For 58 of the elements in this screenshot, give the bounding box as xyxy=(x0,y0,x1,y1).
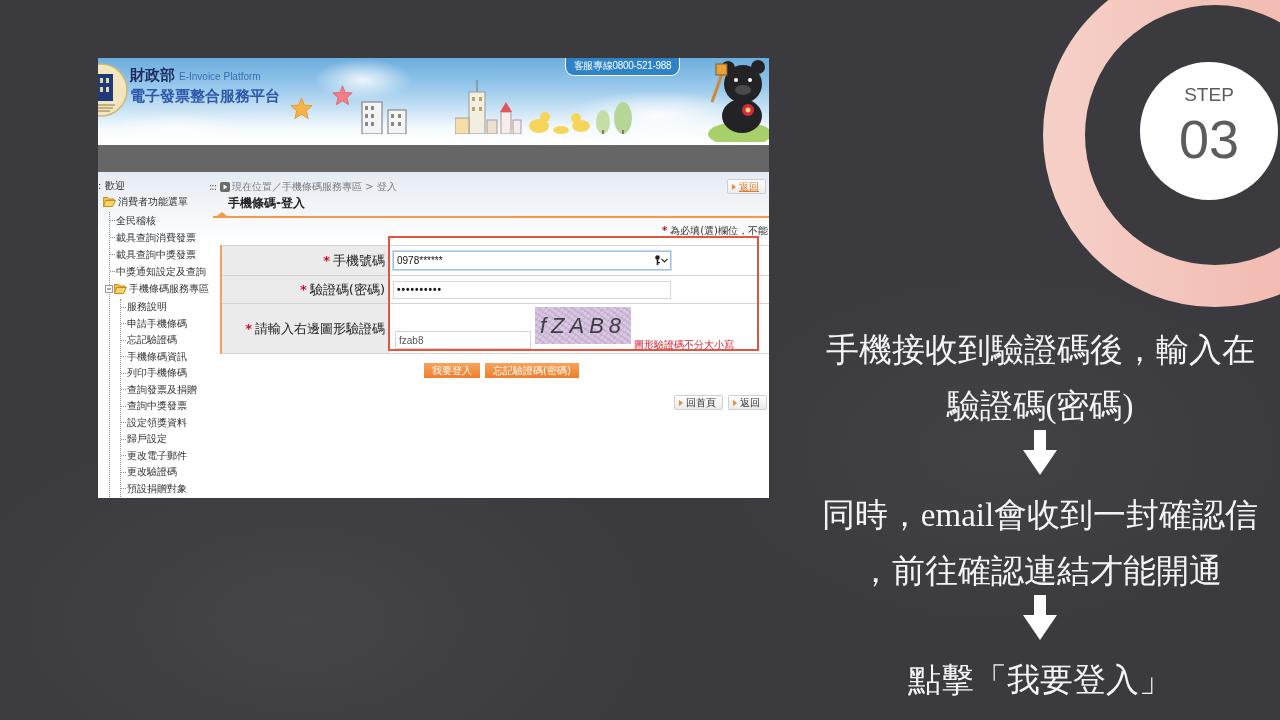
menu-item[interactable]: 忘記驗證碼 xyxy=(127,332,177,349)
step-number: 03 xyxy=(1178,112,1240,166)
welcome-text: : 歡迎 xyxy=(98,179,125,193)
menu-folder[interactable]: 手機條碼服務專區 xyxy=(129,280,209,297)
breadcrumb-marker: ::: xyxy=(209,180,217,194)
menu-item[interactable]: 載具查詢中獎發票 xyxy=(116,246,196,263)
arrow-down-icon xyxy=(1023,430,1057,475)
hotline-label: 客服專線0800-521-988 xyxy=(565,58,680,76)
star-icon xyxy=(332,85,353,106)
breadcrumb-text: 現在位置／手機條碼服務專區 > 登入 xyxy=(232,180,397,194)
play-icon xyxy=(220,181,231,192)
step-label: STEP xyxy=(1184,84,1234,106)
field-label: 手機號碼 xyxy=(333,251,385,270)
caret-icon[interactable] xyxy=(661,257,668,263)
menu-item[interactable]: 更改電子郵件 xyxy=(127,447,187,464)
star-icon xyxy=(290,97,313,120)
instruction-text: 手機接收到驗證碼後，輸入在 驗證碼(密碼) xyxy=(825,331,1255,426)
required-mark: * xyxy=(661,226,668,236)
menu-item[interactable]: 查詢發票及捐贈 xyxy=(127,381,197,398)
menu-item[interactable]: 手機條碼資訊 xyxy=(127,348,187,365)
captcha-input[interactable]: fzab8 xyxy=(395,331,531,349)
menu-item[interactable]: 預設捐贈對象 xyxy=(127,480,187,497)
instruction-text: 同時，email會收到一封確認信 ，前往確認連結才能開通 xyxy=(821,496,1259,591)
collapse-icon[interactable] xyxy=(105,284,113,293)
field-label: 驗證碼(密碼) xyxy=(309,280,385,299)
menu-item[interactable]: 申請手機條碼 xyxy=(127,315,187,332)
key-icon[interactable] xyxy=(655,255,660,265)
menu-folder[interactable]: 消費者功能選單 xyxy=(118,193,188,210)
bullet-icon xyxy=(733,399,737,406)
platform-english-name: E-Invoice Platform xyxy=(179,70,261,84)
bullet-icon xyxy=(679,399,683,406)
menu-item[interactable]: 服務說明 xyxy=(127,299,167,316)
agency-name: 財政部 xyxy=(130,65,175,85)
menu-item[interactable]: 全民稽核 xyxy=(116,212,156,229)
menu-item[interactable]: 列印手機條碼 xyxy=(127,365,187,382)
captcha-code: fZAB8 xyxy=(535,307,631,344)
menu-item[interactable]: 歸戶設定 xyxy=(127,431,167,448)
required-note: 為必填(選)欄位，不能 xyxy=(670,226,768,236)
emblem-icon xyxy=(98,62,128,118)
page-title: 手機條碼-登入 xyxy=(228,196,305,210)
menu-item[interactable]: 中獎通知設定及查詢 xyxy=(116,263,206,280)
menu-item[interactable]: 查詢中獎發票 xyxy=(127,398,187,415)
bullet-icon xyxy=(732,183,736,190)
menu-item[interactable]: 更改驗證碼 xyxy=(127,464,177,481)
phone-input[interactable]: 0978****** xyxy=(393,251,671,270)
captcha-hint: 圖形驗證碼不分大小寫 xyxy=(634,339,734,351)
menu-item[interactable]: 載具查詢消費發票 xyxy=(116,229,196,246)
nav-link[interactable]: 返回 xyxy=(728,395,767,410)
menu-item[interactable]: 設定領獎資料 xyxy=(127,414,187,431)
arrow-down-icon xyxy=(1023,595,1057,640)
field-label: 請輸入右邊圖形驗證碼 xyxy=(255,319,385,338)
required-mark: * xyxy=(323,251,330,270)
password-input[interactable]: •••••••••• xyxy=(393,280,671,299)
platform-name: 電子發票整合服務平台 xyxy=(130,86,280,106)
instruction-text: 點擊「我要登入」 xyxy=(908,661,1172,700)
nav-link[interactable]: 回首頁 xyxy=(674,395,723,410)
required-mark: * xyxy=(245,319,252,338)
required-mark: * xyxy=(300,280,307,299)
